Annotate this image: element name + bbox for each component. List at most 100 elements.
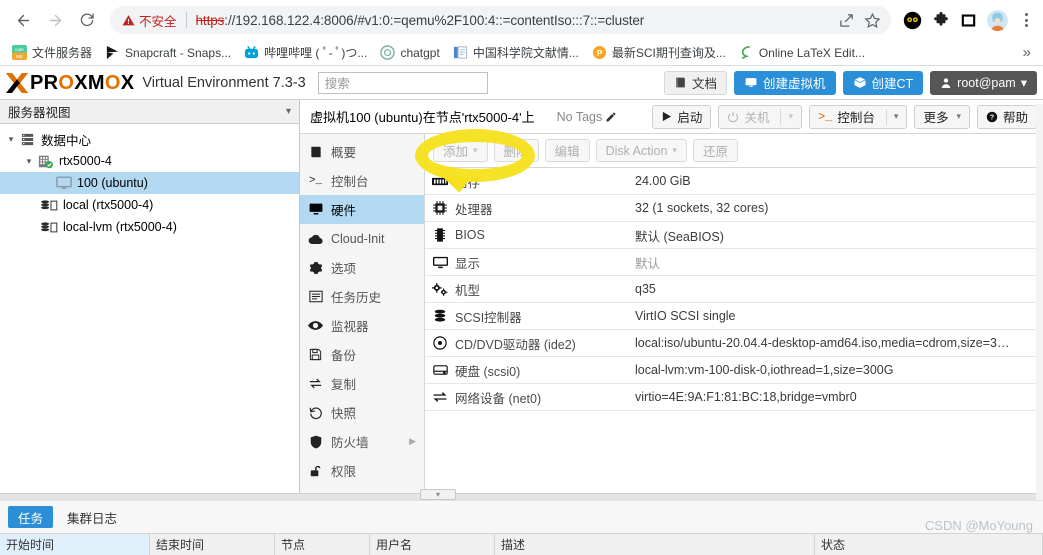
vm-nav-item-task-history[interactable]: 任务历史 [300,282,424,311]
bookmark-label: Online LaTeX Edit... [758,45,865,60]
shutdown-vm-button[interactable]: 关机 ▾ [718,104,802,129]
security-indicator[interactable]: 不安全 [122,11,177,30]
vm-nav-item-options[interactable]: 选项 [300,253,424,282]
bookmark-item[interactable]: chatgpt [374,43,445,62]
column-header-description[interactable]: 描述 [495,534,815,555]
create-ct-button[interactable]: 创建CT [842,70,924,95]
datacenter-icon [18,132,37,147]
chevron-down-icon[interactable]: ▾ [956,111,961,122]
column-header-node[interactable]: 节点 [275,534,370,555]
tree-item-vm-100[interactable]: 100 (ubuntu) [0,172,299,194]
infinity-extension-icon[interactable] [903,11,922,30]
bookmark-star-icon[interactable] [864,12,881,29]
overleaf-icon [739,45,754,60]
tree-item-node-rtx5000-4[interactable]: ▾ rtx5000-4 [0,150,299,172]
forward-arrow-icon[interactable] [40,5,70,35]
hardware-table: 内存 24.00 GiB 处理器 32 (1 sockets, 32 cores… [425,168,1043,493]
tab-tasks[interactable]: 任务 [8,506,54,528]
chevron-down-icon[interactable]: ▾ [894,111,899,122]
more-button[interactable]: 更多 ▾ [914,104,970,129]
table-row[interactable]: BIOS 默认 (SeaBIOS) [425,222,1043,249]
chrome-menu-icon[interactable] [1017,13,1035,27]
console-button[interactable]: >_ 控制台 ▾ [808,104,908,129]
vm-nav-item-backup[interactable]: 备份 [300,340,424,369]
table-row[interactable]: 处理器 32 (1 sockets, 32 cores) [425,195,1043,222]
sidepanel-icon[interactable] [959,11,978,30]
vm-nav-item-summary[interactable]: 概要 [300,137,424,166]
table-row[interactable]: 硬盘 (scsi0) local-lvm:vm-100-disk-0,iothr… [425,357,1043,384]
table-row[interactable]: 内存 24.00 GiB [425,168,1043,195]
share-icon[interactable] [838,12,855,29]
add-hardware-button[interactable]: 添加 ▾ [433,139,488,162]
vm-tags-editor[interactable]: No Tags [557,110,618,124]
search-input[interactable]: 搜索 [317,71,488,94]
vm-nav-item-hardware[interactable]: 硬件 [300,195,424,224]
vm-nav-item-snapshots[interactable]: 快照 [300,398,424,427]
remove-hardware-button[interactable]: 删除 [493,139,539,162]
bookmark-item[interactable]: P 最新SCI期刊查询及... [586,42,732,63]
edit-hardware-button[interactable]: 编辑 [544,139,590,162]
url-text[interactable]: https://192.168.122.4:8006/#v1:0:=qemu%2… [196,13,832,28]
revert-button[interactable]: 还原 [692,139,738,162]
server-view-selector[interactable]: 服务器视图 ▾ [0,100,299,124]
hardware-value: local:iso/ubuntu-20.04.4-desktop-amd64.i… [635,336,1010,350]
bookmark-item[interactable]: 中国科学院文献情... [447,42,585,63]
tree-item-storage-local-lvm[interactable]: local-lvm (rtx5000-4) [0,216,299,238]
puzzle-extensions-icon[interactable] [931,11,950,30]
bookmark-item[interactable]: Snapcraft - Snaps... [99,43,237,62]
bookmark-item[interactable]: 哔哩哔哩 ( ﾟ- ﾟ)つ... [238,42,373,63]
table-row[interactable]: 显示 默认 [425,249,1043,276]
vm-nav-item-permissions[interactable]: 权限 [300,456,424,485]
node-online-icon [36,154,55,169]
horizontal-splitter[interactable]: ▾ [0,489,1043,501]
vm-nav-label: 选项 [331,262,357,276]
table-row[interactable]: SCSI控制器 VirtIO SCSI single [425,303,1043,330]
column-header-status[interactable]: 状态 [815,534,1043,555]
documentation-button[interactable]: 文档 [663,70,727,95]
column-header-username[interactable]: 用户名 [370,534,495,555]
chevron-down-icon[interactable]: ▾ [672,145,677,156]
chevron-down-icon[interactable]: ▾ [473,145,478,156]
chevron-down-icon[interactable]: ▾ [788,111,793,122]
bookmark-item[interactable]: Online LaTeX Edit... [733,43,871,62]
vm-nav-item-firewall[interactable]: 防火墙 ▶ [300,427,424,456]
user-menu-button[interactable]: root@pam ▾ [930,70,1037,95]
splitter-collapse-handle[interactable]: ▾ [420,489,456,500]
profile-avatar[interactable] [987,9,1008,31]
start-vm-button[interactable]: 启动 [652,104,712,129]
table-row[interactable]: 机型 q35 [425,276,1043,303]
tab-cluster-log[interactable]: 集群日志 [57,506,127,528]
vm-nav-item-replication[interactable]: 复制 [300,369,424,398]
disk-action-button[interactable]: Disk Action ▾ [595,139,687,162]
column-header-start-time[interactable]: 开始时间 [0,534,150,555]
reload-icon[interactable] [72,5,102,35]
page-vertical-scrollbar[interactable] [1036,104,1043,500]
vm-nav-item-console[interactable]: >_ 控制台 [300,166,424,195]
bookmark-item[interactable]: cute ME 文件服务器 [6,42,98,63]
create-vm-button[interactable]: 创建虚拟机 [733,70,836,95]
chevron-down-icon[interactable]: ▾ [4,134,18,145]
address-bar[interactable]: 不安全 https://192.168.122.4:8006/#v1:0:=qe… [110,6,891,34]
eye-icon [308,320,323,331]
hardware-monitor-icon [308,203,323,216]
help-button[interactable]: ? 帮助 [976,104,1037,129]
column-header-end-time[interactable]: 结束时间 [150,534,275,555]
table-row[interactable]: 网络设备 (net0) virtio=4E:9A:F1:81:BC:18,bri… [425,384,1043,411]
table-row[interactable]: CD/DVD驱动器 (ide2) local:iso/ubuntu-20.04.… [425,330,1043,357]
play-icon [663,111,672,122]
vm-nav-item-cloud-init[interactable]: Cloud-Init [300,224,424,253]
vm-main-area: 概要 >_ 控制台 硬件 Cloud-Init 选项 任务历史 监视器 备份 复… [300,134,1043,493]
url-remainder: ://192.168.122.4:8006/#v1:0:=qemu%2F100:… [224,12,645,28]
bookmarks-overflow-button[interactable]: » [1017,44,1037,61]
vm-nav-label: 防火墙 [331,436,369,450]
tree-item-datacenter[interactable]: ▾ 数据中心 [0,128,299,150]
back-arrow-icon[interactable] [8,5,38,35]
chevron-right-icon[interactable]: ▶ [409,436,416,447]
proxmox-logo[interactable]: PROXMOX [4,71,134,95]
vm-nav-item-monitor[interactable]: 监视器 [300,311,424,340]
tree-item-label: local-lvm (rtx5000-4) [63,220,177,234]
browser-toolbar: 不安全 https://192.168.122.4:8006/#v1:0:=qe… [0,0,1043,40]
tree-item-storage-local[interactable]: local (rtx5000-4) [0,194,299,216]
box-icon [853,77,866,88]
chevron-down-icon[interactable]: ▾ [22,156,36,167]
